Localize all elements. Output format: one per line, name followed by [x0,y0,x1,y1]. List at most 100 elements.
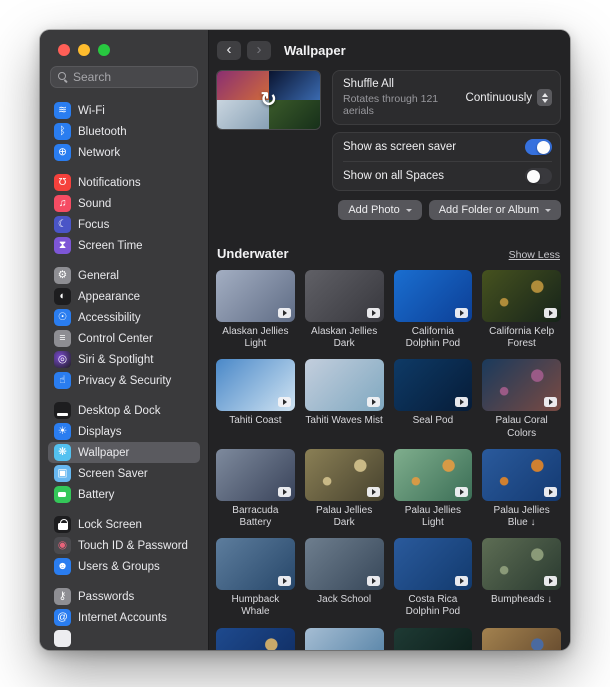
wallpaper-tile-kelp-dark[interactable]: Kelp Dark ↓ [394,628,473,651]
sidebar-item-label: Passwords [78,591,134,603]
sidebar-item-internet-accounts[interactable]: @Internet Accounts [48,607,200,628]
search-placeholder: Search [73,70,111,84]
control-center-icon: ≡ [54,330,71,347]
sidebar-item-notifications[interactable]: ƱNotifications [48,172,200,193]
sidebar-item-touch-id-password[interactable]: ◉ Touch ID & Password [48,535,200,556]
wallpaper-thumbnail [305,359,384,411]
sidebar-item-focus[interactable]: ☾Focus [48,214,200,235]
search-icon [58,72,68,82]
wallpaper-pane: ‹ › Wallpaper ↻ Shuffle All Rotates thro… [209,30,570,650]
wallpaper-tile-california-dolphin-pod[interactable]: California Dolphin Pod [394,270,473,350]
wallpaper-tile-humpback-whale[interactable]: Humpback Whale [216,538,295,618]
wallpaper-tile-jack-school[interactable]: Jack School [305,538,384,618]
sidebar-item-appearance[interactable]: ◐Appearance [48,286,200,307]
wallpaper-tile-alaskan-jellies-dark[interactable]: Alaskan Jellies Dark [305,270,384,350]
wallpaper-tile-red-sea-coral-from-above[interactable]: Red Sea Coral from Above ↓ [482,628,561,651]
show-less-link[interactable]: Show Less [509,249,560,261]
wallpaper-tile-alaskan-jellies-light[interactable]: Alaskan Jellies Light [216,270,295,350]
sidebar-item-accessibility[interactable]: ☉Accessibility [48,307,200,328]
close-window-button[interactable] [58,44,70,56]
wallpaper-thumbnail [305,628,384,651]
sidebar-item-desktop-dock[interactable]: Desktop & Dock [48,400,200,421]
sidebar-item-network[interactable]: ⊕Network [48,142,200,163]
search-input[interactable]: Search [50,66,198,88]
back-button[interactable]: ‹ [217,41,241,60]
screen-saver-options-card: Show as screen saver Show on all Spaces [332,132,561,191]
wallpaper-tile-tahiti-coast[interactable]: Tahiti Coast [216,359,295,439]
sidebar-item-displays[interactable]: ☀Displays [48,421,200,442]
wallpaper-name: Palau Coral Colors [482,415,561,439]
sidebar-item-general[interactable]: ⚙General [48,265,200,286]
privacy-security-icon: ☝ [54,372,71,389]
video-badge-icon [367,308,380,318]
add-photo-button[interactable]: Add Photo [338,200,421,220]
wallpaper-thumbnail [394,538,473,590]
wallpaper-thumbnail [216,449,295,501]
passwords-icon: ⚷ [54,588,71,605]
sidebar-item-users-groups[interactable]: ☻Users & Groups [48,556,200,577]
shuffle-interval-dropdown[interactable]: Continuously [466,89,552,106]
wallpaper-thumbnail [394,359,473,411]
sidebar-item-control-center[interactable]: ≡Control Center [48,328,200,349]
video-badge-icon [544,308,557,318]
wallpaper-name: Humpback Whale [216,594,295,618]
show-as-screen-saver-toggle[interactable] [525,139,552,155]
minimize-window-button[interactable] [78,44,90,56]
wallpaper-tile-barracuda-battery[interactable]: Barracuda Battery [216,449,295,529]
forward-button[interactable]: › [247,41,271,60]
navigation-bar: ‹ › Wallpaper [209,30,570,68]
sidebar-item-label: Privacy & Security [78,375,171,387]
sidebar-item-partial[interactable] [48,628,200,649]
desktop-dock-icon [54,402,71,419]
wallpaper-preview[interactable]: ↻ [216,70,321,130]
sound-icon: ♫ [54,195,71,212]
sidebar-item-privacy-security[interactable]: ☝ Privacy & Security [48,370,200,391]
sidebar-item-sound[interactable]: ♫Sound [48,193,200,214]
wallpaper-thumbnail [216,628,295,651]
sidebar-item-battery[interactable]: Battery [48,484,200,505]
add-folder-or-album-button[interactable]: Add Folder or Album [429,200,561,220]
zoom-window-button[interactable] [98,44,110,56]
wallpaper-name: Jack School [305,594,384,606]
wallpaper-thumbnail [305,270,384,322]
sidebar-item-label: Internet Accounts [78,612,167,624]
sidebar-item-lock-screen[interactable]: Lock Screen [48,514,200,535]
wallpaper-tile-costa-rica-dolphin-pod[interactable]: Costa Rica Dolphin Pod [394,538,473,618]
sidebar-item-label: Desktop & Dock [78,405,160,417]
sidebar-item-label: Focus [78,219,109,231]
wallpaper-tile-palau-jellies-light[interactable]: Palau Jellies Light [394,449,473,529]
video-badge-icon [544,576,557,586]
wallpaper-name: Palau Jellies Dark [305,505,384,529]
wallpaper-thumbnail [482,538,561,590]
wallpaper-tile-tahiti-waves-mist[interactable]: Tahiti Waves Mist [305,359,384,439]
stepper-chevrons-icon [537,89,552,106]
sidebar-item-passwords[interactable]: ⚷ Passwords [48,586,200,607]
wallpaper-tile-palau-jellies-dark[interactable]: Palau Jellies Dark [305,449,384,529]
wallpaper-tile-california-kelp-forest[interactable]: California Kelp Forest [482,270,561,350]
page-title: Wallpaper [284,43,346,58]
touch-id-icon: ◉ [54,537,71,554]
wallpaper-tile-gray-reef-sharks[interactable]: Gray Reef Sharks ↓ [305,628,384,651]
sidebar-item-screen-time[interactable]: ⧗Screen Time [48,235,200,256]
show-on-all-spaces-label: Show on all Spaces [343,170,444,182]
wallpaper-name: Tahiti Coast [216,415,295,427]
video-badge-icon [278,487,291,497]
sidebar-item-label: Notifications [78,177,141,189]
wallpaper-tile-cownose-rays[interactable]: Cownose Rays ↓ [216,628,295,651]
sidebar-item-siri-spotlight[interactable]: ◎Siri & Spotlight [48,349,200,370]
show-on-all-spaces-toggle[interactable] [525,168,552,184]
wallpaper-tile-palau-coral-colors[interactable]: Palau Coral Colors [482,359,561,439]
wallpaper-name: Alaskan Jellies Light [216,326,295,350]
shuffle-icon: ↻ [260,87,277,112]
sidebar-item-wi-fi[interactable]: ≋Wi-Fi [48,100,200,121]
sidebar-list: ≋Wi-FiᛒBluetooth⊕Network ƱNotifications♫S… [40,94,208,650]
wallpaper-name: Bumpheads ↓ [482,594,561,606]
sidebar-item-bluetooth[interactable]: ᛒBluetooth [48,121,200,142]
wallpaper-tile-seal-pod[interactable]: Seal Pod [394,359,473,439]
sidebar-item-screen-saver[interactable]: ▣Screen Saver [48,463,200,484]
sidebar-item-label: Touch ID & Password [78,540,188,552]
wallpaper-tile-bumpheads[interactable]: Bumpheads ↓ [482,538,561,618]
sidebar-item-label: Network [78,147,120,159]
wallpaper-tile-palau-jellies-blue[interactable]: Palau Jellies Blue ↓ [482,449,561,529]
sidebar-item-wallpaper[interactable]: ❋Wallpaper [48,442,200,463]
